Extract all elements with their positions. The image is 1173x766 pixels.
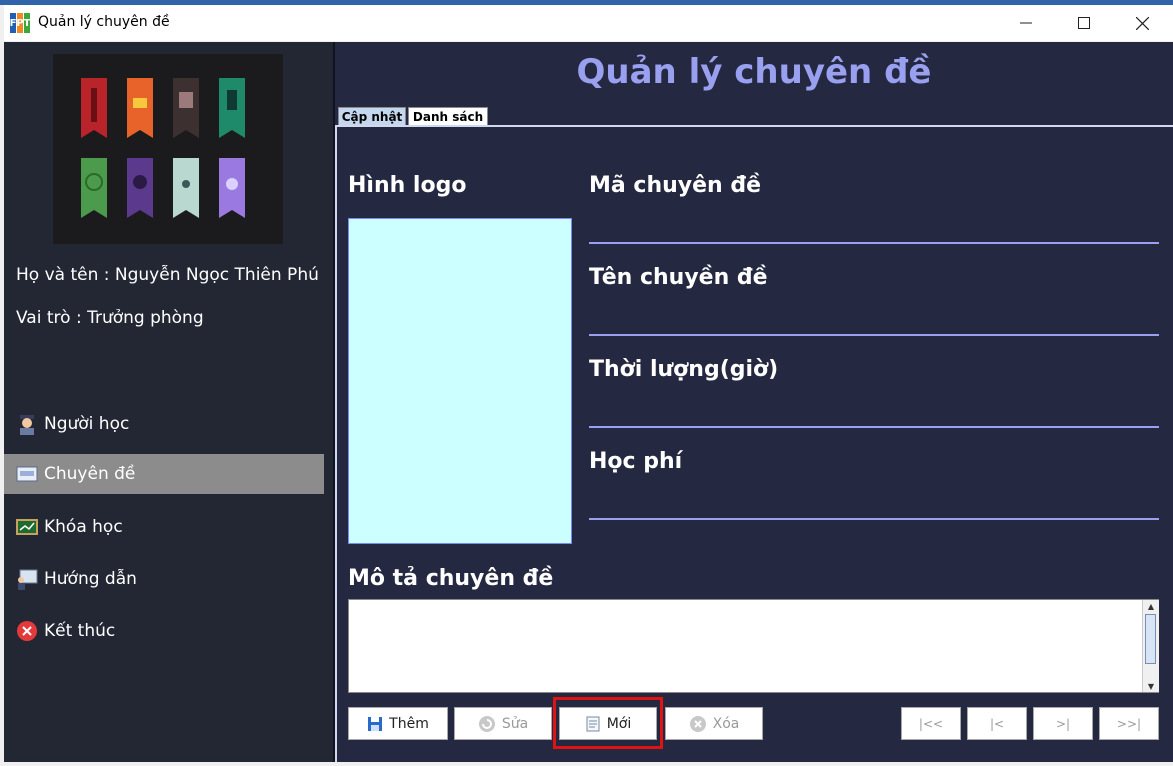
edit-button[interactable]: Sửa <box>454 707 552 740</box>
menu-item-chuyen-de[interactable]: Chuyên đề <box>4 454 324 494</box>
logo-image-box[interactable] <box>348 218 572 544</box>
maximize-button[interactable] <box>1055 5 1113 41</box>
name-label: Tên chuyền đề <box>589 265 768 290</box>
add-button[interactable]: Thêm <box>348 707 448 740</box>
logo-label: Hình logo <box>348 173 467 198</box>
guide-board-icon <box>16 568 38 590</box>
tab-cap-nhat[interactable]: Cập nhật <box>338 107 406 126</box>
window-title: Quản lý chuyên đề <box>38 14 170 30</box>
menu-item-huong-dan[interactable]: Hướng dẫn <box>4 559 324 599</box>
minimize-button[interactable] <box>997 5 1055 41</box>
fee-label: Học phí <box>589 449 683 474</box>
delete-button-label: Xóa <box>712 715 740 732</box>
page-title: Quản lý chuyên đề <box>576 52 932 92</box>
description-scrollbar[interactable]: ▲ ▼ <box>1142 600 1159 692</box>
menu-label: Chuyên đề <box>44 464 136 484</box>
description-label: Mô tả chuyên đề <box>348 566 554 591</box>
menu-label: Người học <box>44 414 130 434</box>
menu-label: Hướng dẫn <box>44 569 137 589</box>
name-field-underline <box>589 334 1159 336</box>
last-record-button[interactable]: >>| <box>1099 707 1159 740</box>
prev-record-button[interactable]: |< <box>967 707 1027 740</box>
menu-item-khoa-hoc[interactable]: Khóa học <box>4 507 324 547</box>
delete-icon <box>689 715 706 732</box>
delete-button[interactable]: Xóa <box>665 707 763 740</box>
student-icon <box>16 413 38 435</box>
next-record-button[interactable]: >| <box>1033 707 1093 740</box>
close-icon <box>1135 16 1149 30</box>
save-icon <box>368 716 383 731</box>
duration-label: Thời lượng(giờ) <box>589 357 779 382</box>
course-chart-icon <box>16 516 38 538</box>
code-field-underline <box>589 242 1159 244</box>
scroll-thumb[interactable] <box>1145 614 1156 664</box>
scroll-up-icon[interactable]: ▲ <box>1143 600 1159 612</box>
menu-item-nguoi-hoc[interactable]: Người học <box>4 404 324 444</box>
tab-danh-sach[interactable]: Danh sách <box>408 107 488 126</box>
banners-logo-image <box>53 54 283 244</box>
fpt-logo-icon: FPT <box>10 13 30 33</box>
scroll-down-icon[interactable]: ▼ <box>1143 680 1159 692</box>
code-label: Mã chuyên đề <box>589 173 762 198</box>
fee-field-underline <box>589 518 1159 520</box>
duration-field-underline <box>589 426 1159 428</box>
menu-item-ket-thuc[interactable]: Kết thúc <box>4 611 324 651</box>
exit-icon <box>16 620 38 642</box>
user-name-text: Họ và tên : Nguyễn Ngọc Thiên Phú <box>16 265 319 285</box>
user-role-text: Vai trò : Trưởng phòng <box>16 308 204 328</box>
maximize-icon <box>1078 17 1090 29</box>
first-record-button[interactable]: |<< <box>901 707 961 740</box>
menu-label: Kết thúc <box>44 621 116 641</box>
close-window-button[interactable] <box>1113 5 1171 41</box>
topic-icon <box>16 463 38 485</box>
highlight-box <box>553 697 663 749</box>
description-textarea[interactable] <box>348 599 1159 693</box>
edit-button-label: Sửa <box>501 715 529 732</box>
menu-label: Khóa học <box>44 517 123 537</box>
add-button-label: Thêm <box>389 715 429 732</box>
refresh-icon <box>478 715 495 732</box>
minimize-icon <box>1020 22 1032 24</box>
